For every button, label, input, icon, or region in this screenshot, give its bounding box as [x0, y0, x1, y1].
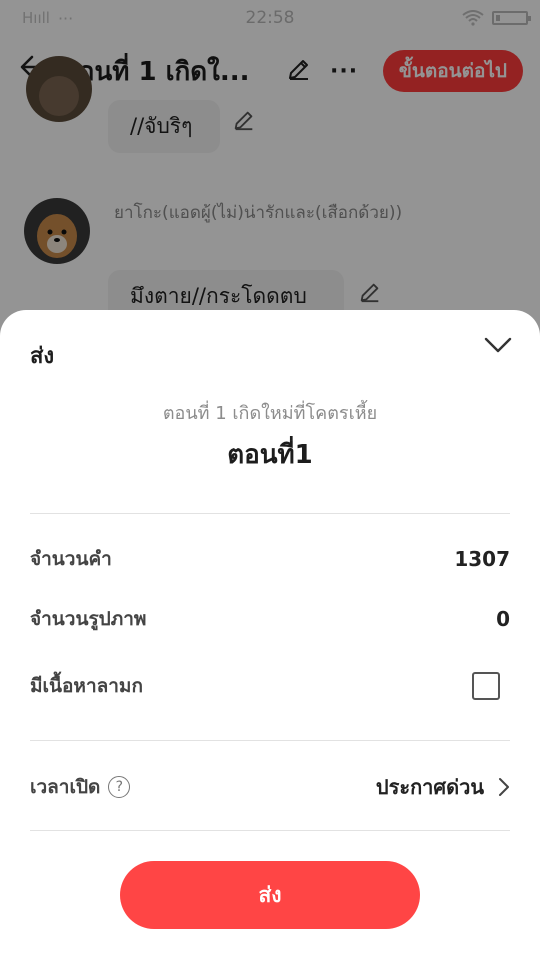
send-button[interactable]: ส่ง: [120, 861, 420, 929]
word-count-label: จำนวนคำ: [30, 548, 112, 570]
work-title: ตอนที่ 1 เกิดใหม่ที่โคตรเหี้ย: [162, 403, 378, 424]
mature-content-row: มีเนื้อหาลามก: [30, 671, 510, 701]
publish-time-row[interactable]: เวลาเปิด ? ประกาศด่วน: [30, 772, 510, 802]
divider: [30, 513, 510, 514]
mature-content-label: มีเนื้อหาลามก: [30, 675, 143, 697]
chevron-down-icon[interactable]: [484, 336, 512, 358]
publish-sheet: ส่ง ตอนที่ 1 เกิดใหม่ที่โคตรเหี้ย ตอนที่…: [0, 310, 540, 960]
image-count-value: 0: [496, 607, 510, 631]
mature-content-checkbox[interactable]: [472, 672, 500, 700]
chevron-right-icon: [499, 778, 509, 796]
help-icon[interactable]: ?: [108, 776, 131, 798]
divider: [30, 830, 510, 831]
publish-time-label: เวลาเปิด: [30, 776, 101, 798]
publish-time-value: ประกาศด่วน: [375, 775, 484, 799]
word-count-value: 1307: [454, 547, 510, 571]
word-count-row: จำนวนคำ 1307: [30, 544, 510, 574]
chapter-title: ตอนที่1: [227, 440, 313, 470]
image-count-row: จำนวนรูปภาพ 0: [30, 604, 510, 634]
sheet-title: ส่ง: [30, 344, 55, 369]
divider: [30, 740, 510, 741]
image-count-label: จำนวนรูปภาพ: [30, 608, 147, 630]
